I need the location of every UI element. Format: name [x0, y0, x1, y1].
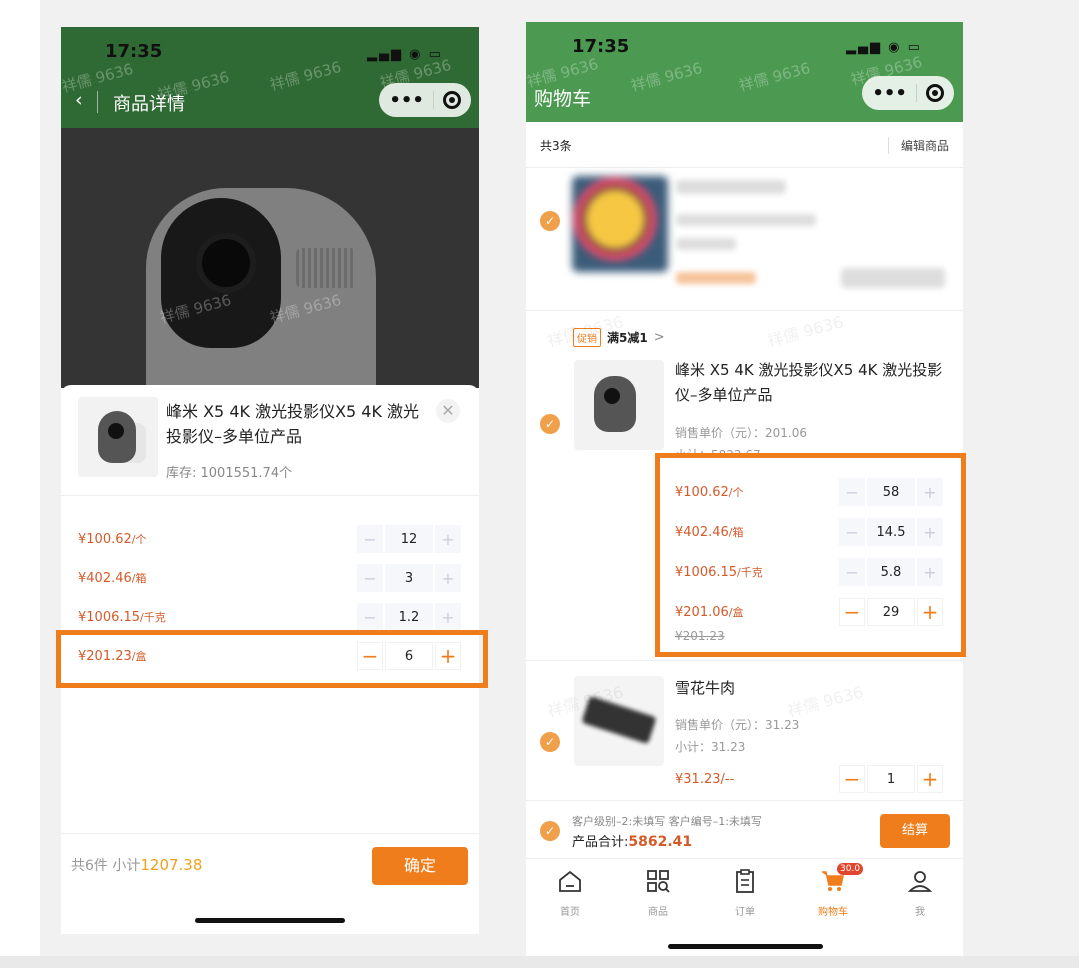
quantity-input[interactable]: 1 [867, 765, 915, 793]
close-target-icon[interactable] [442, 91, 461, 109]
status-time: 17:35 [105, 41, 163, 62]
unit-price: ¥100.62/个 [78, 532, 147, 547]
unit-price: ¥402.46/箱 [78, 571, 147, 586]
back-icon: ‹ [75, 89, 83, 111]
cart-total: 产品合计:5862.41 [572, 834, 693, 850]
nav-header: 17:35 ▂▄▆ ◉ ▭ ‹ 商品详情 ••• 祥儒 9636 祥儒 9636… [61, 27, 479, 128]
highlight-box [56, 630, 488, 688]
cart-badge: 30.0 [837, 863, 864, 875]
status-icons: ▂▄▆ ◉ ▭ [846, 40, 922, 55]
item-checkbox[interactable]: ✓ [540, 211, 560, 231]
item-checkbox[interactable]: ✓ [540, 414, 560, 434]
increase-button[interactable]: + [917, 765, 943, 793]
chevron-right-icon: > [653, 330, 665, 345]
tab-me[interactable]: 我 [890, 865, 950, 918]
tab-cart[interactable]: 30.0 购物车 [803, 863, 864, 918]
status-icons: ▂▄▆ ◉ ▭ [367, 47, 443, 62]
more-icon[interactable]: ••• [872, 83, 907, 104]
product-thumbnail [574, 676, 664, 766]
unit-price-text: 销售单价（元）：201.06 [675, 426, 807, 440]
close-icon[interactable]: ✕ [436, 399, 460, 423]
status-time: 17:35 [572, 36, 630, 57]
tab-label: 购物车 [818, 907, 848, 918]
home-indicator [668, 944, 823, 949]
mini-program-capsule[interactable]: ••• [862, 76, 954, 110]
checkout-bar: ✓ 客户级别–2:未填写 客户编号–1:未填写 产品合计:5862.41 结算 [526, 800, 963, 858]
product-title: 雪花牛肉 [675, 679, 736, 697]
select-all-checkbox[interactable]: ✓ [540, 821, 560, 841]
confirm-button[interactable]: 确定 [372, 847, 468, 885]
watermark: 祥儒 9636 [629, 58, 705, 96]
quantity-stepper[interactable]: − 12 + [357, 525, 461, 553]
edit-items-button[interactable]: 编辑商品 [887, 137, 949, 154]
bottom-divider [0, 956, 1079, 968]
page-title: 商品详情 [113, 94, 185, 115]
grid-search-icon [628, 865, 688, 897]
page-title: 购物车 [534, 88, 592, 110]
item-checkbox[interactable]: ✓ [540, 732, 560, 752]
quantity-input[interactable]: 1.2 [385, 603, 433, 631]
promo-text: 满5减1 [607, 331, 648, 345]
watermark: 祥儒 9636 [737, 58, 813, 96]
nav-header: 17:35 ▂▄▆ ◉ ▭ 购物车 ••• 祥儒 9636 祥儒 9636 祥儒… [526, 22, 963, 122]
unit-row: ¥100.62/个 − 12 + [61, 523, 479, 555]
unit-price: ¥1006.15/千克 [78, 610, 166, 625]
decrease-button[interactable]: − [357, 564, 383, 592]
product-title: 峰米 X5 4K 激光投影仪X5 4K 激光投影仪–多单位产品 [675, 361, 943, 404]
promo-banner[interactable]: 促销 满5减1 > [573, 328, 665, 347]
promo-tag: 促销 [573, 328, 601, 347]
product-thumbnail [78, 397, 158, 477]
tab-label: 商品 [648, 907, 668, 918]
increase-button[interactable]: + [435, 603, 461, 631]
order-total: 共6件 小计1207.38 [71, 856, 203, 874]
increase-button[interactable]: + [435, 564, 461, 592]
home-indicator [195, 918, 345, 923]
quantity-input[interactable]: 12 [385, 525, 433, 553]
checkout-button[interactable]: 结算 [880, 814, 950, 848]
tab-label: 订单 [735, 907, 755, 918]
decrease-button[interactable]: − [839, 765, 865, 793]
unit-price: ¥31.23/-- [675, 772, 735, 787]
close-target-icon[interactable] [925, 84, 944, 102]
tab-label: 我 [915, 907, 925, 918]
watermark: 祥儒 9636 [765, 312, 846, 351]
increase-button[interactable]: + [435, 525, 461, 553]
quantity-stepper[interactable]: − 1.2 + [357, 603, 461, 631]
highlight-box [655, 453, 966, 657]
user-icon [890, 865, 950, 897]
more-icon[interactable]: ••• [389, 90, 424, 111]
cart-toolbar: 共3条 编辑商品 [526, 122, 963, 168]
quantity-stepper[interactable]: − 3 + [357, 564, 461, 592]
mini-program-capsule[interactable]: ••• [379, 83, 471, 117]
unit-row: ¥1006.15/千克 − 1.2 + [61, 601, 479, 633]
decrease-button[interactable]: − [357, 525, 383, 553]
product-detail-screen: 17:35 ▂▄▆ ◉ ▭ ‹ 商品详情 ••• 祥儒 9636 祥儒 9636… [61, 27, 479, 934]
item-count: 共3条 [540, 139, 572, 153]
subtotal-text: 小计：31.23 [675, 740, 746, 754]
product-title: 峰米 X5 4K 激光投影仪X5 4K 激光投影仪–多单位产品 [166, 402, 420, 446]
product-photo: 祥儒 9636 祥儒 9636 [61, 128, 479, 388]
tab-products[interactable]: 商品 [628, 865, 688, 918]
watermark: 祥儒 9636 [268, 57, 344, 95]
tab-bar: 首页 商品 订单 30.0 购物车 我 [526, 858, 963, 926]
home-icon [540, 865, 600, 897]
tab-label: 首页 [560, 907, 580, 918]
blurred-product-image [572, 176, 668, 272]
tab-orders[interactable]: 订单 [715, 865, 775, 918]
back-button[interactable]: ‹ [75, 89, 83, 111]
stock-text: 库存: 1001551.74个 [166, 466, 293, 481]
decrease-button[interactable]: − [357, 603, 383, 631]
tab-home[interactable]: 首页 [540, 865, 600, 918]
quantity-input[interactable]: 3 [385, 564, 433, 592]
product-thumbnail [574, 360, 664, 450]
clipboard-icon [715, 865, 775, 897]
quantity-stepper[interactable]: − 1 + [839, 765, 943, 793]
customer-info: 客户级别–2:未填写 客户编号–1:未填写 [572, 815, 762, 828]
unit-row: ¥402.46/箱 − 3 + [61, 562, 479, 594]
unit-price-text: 销售单价（元）：31.23 [675, 718, 800, 732]
